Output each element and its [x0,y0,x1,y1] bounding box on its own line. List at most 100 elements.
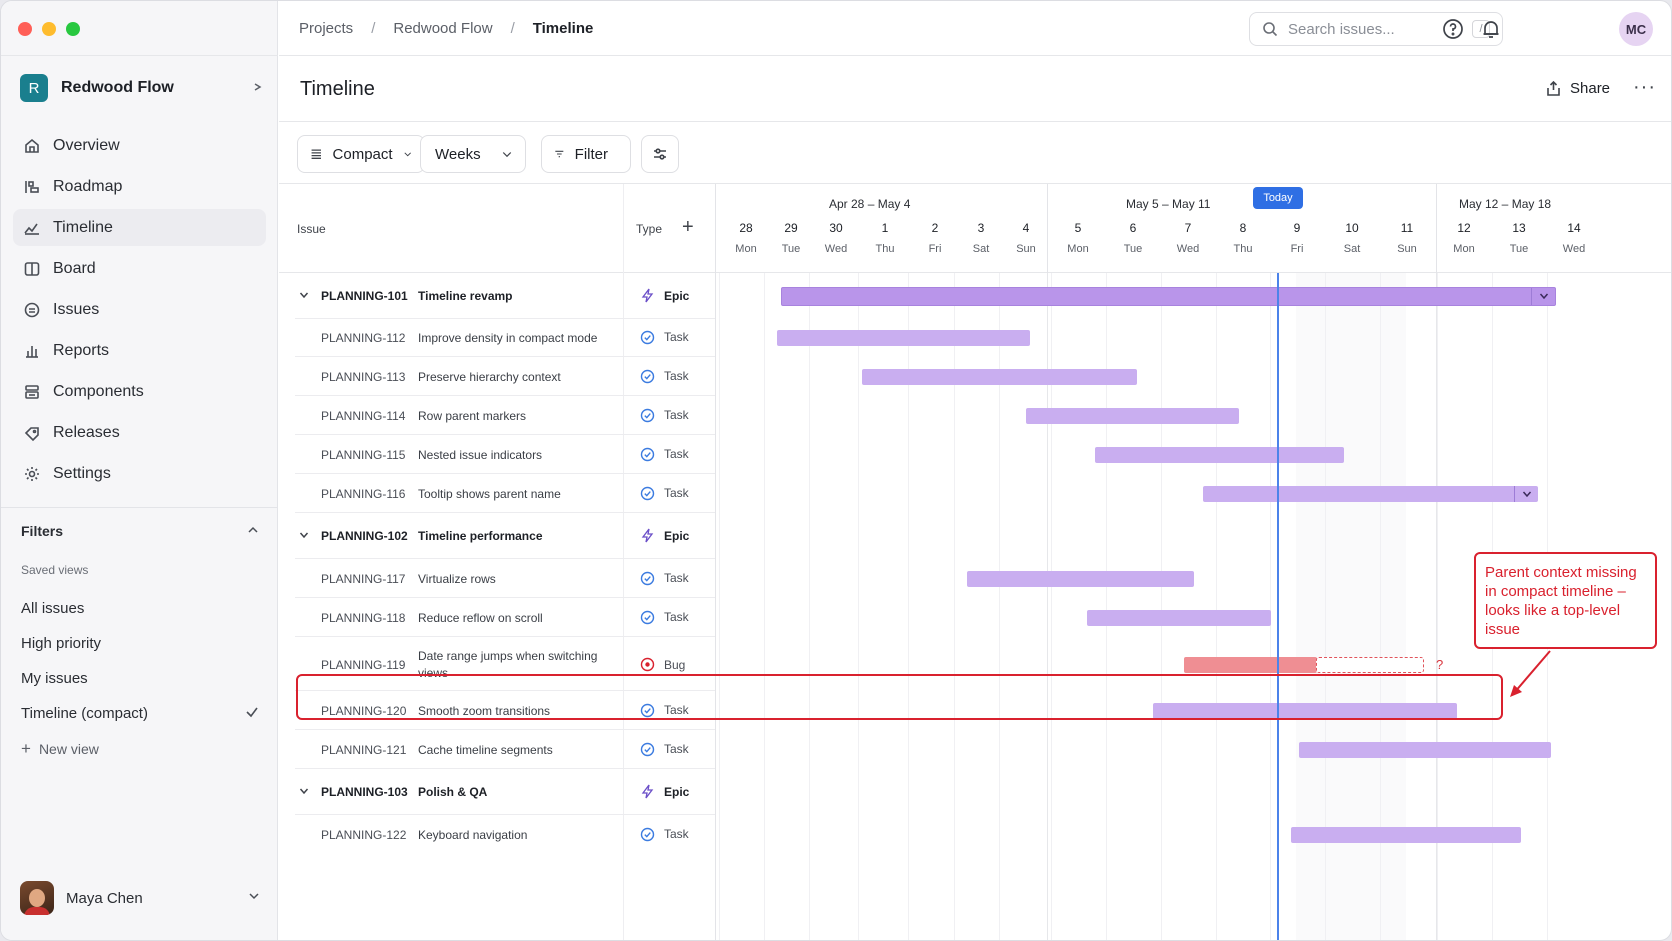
saved-view-label: High priority [21,635,102,652]
search-input[interactable]: Search issues... / [1249,12,1503,46]
sidebar-item-overview[interactable]: Overview [13,127,266,164]
day-number: 4 [1022,221,1030,235]
more-options-icon[interactable]: ··· [1633,76,1656,99]
issue-key[interactable]: PLANNING-114 [321,409,405,423]
collapse-toggle-icon[interactable] [299,529,309,543]
saved-view-my-issues[interactable]: My issues [21,661,259,696]
bug-timeline-bar[interactable] [1184,657,1317,673]
issue-key[interactable]: PLANNING-119 [321,658,405,672]
issue-title[interactable]: Reduce reflow on scroll [418,610,618,627]
task-timeline-bar[interactable] [1087,609,1271,626]
issue-key[interactable]: PLANNING-101 [321,289,408,303]
new-view-button[interactable]: + New view [21,731,259,766]
issue-key[interactable]: PLANNING-103 [321,785,408,799]
issue-title[interactable]: Preserve hierarchy context [418,369,618,386]
sidebar-item-roadmap[interactable]: Roadmap [13,168,266,205]
task-timeline-bar[interactable] [777,329,1030,346]
sidebar-item-board[interactable]: Board [13,250,266,287]
issue-title[interactable]: Timeline revamp [418,288,618,305]
task-timeline-bar[interactable] [1203,485,1538,502]
issue-key[interactable]: PLANNING-115 [321,448,405,462]
task-timeline-bar[interactable] [1153,702,1457,719]
collapse-toggle-icon[interactable] [299,289,309,303]
issue-title[interactable]: Polish & QA [418,784,618,801]
zoom-window-button[interactable] [66,22,80,36]
issue-title[interactable]: Timeline performance [418,528,618,545]
avatar[interactable]: MC [1619,12,1653,46]
chevron-down-icon[interactable] [1531,287,1555,305]
close-window-button[interactable] [18,22,32,36]
sidebar-item-releases[interactable]: Releases [13,414,266,451]
issue-title[interactable]: Row parent markers [418,408,618,425]
task-timeline-bar[interactable] [1095,446,1344,463]
week-divider [1436,184,1437,273]
user-menu[interactable]: Maya Chen [20,881,260,915]
project-switcher[interactable]: R Redwood Flow [20,74,264,102]
add-column-icon[interactable]: + [682,216,694,239]
task-timeline-bar[interactable] [1026,407,1239,424]
issue-key[interactable]: PLANNING-102 [321,529,408,543]
sidebar-item-issues[interactable]: Issues [13,291,266,328]
day-number: 5 [1074,221,1082,235]
issue-title[interactable]: Cache timeline segments [418,742,618,759]
releases-icon [23,424,41,442]
density-dropdown[interactable]: Compact [297,135,425,173]
issue-title[interactable]: Nested issue indicators [418,447,618,464]
bell-icon[interactable] [1480,18,1502,40]
issue-key[interactable]: PLANNING-118 [321,611,405,625]
saved-view-high-priority[interactable]: High priority [21,626,259,661]
task-timeline-bar[interactable] [967,570,1194,587]
saved-view-timeline-compact[interactable]: Timeline (compact) [21,696,259,731]
day-gridline [858,273,859,940]
issue-title[interactable]: Date range jumps when switching views [418,648,618,682]
sidebar-item-components[interactable]: Components [13,373,266,410]
issue-title[interactable]: Virtualize rows [418,571,618,588]
view-settings-button[interactable] [641,135,679,173]
issue-title[interactable]: Tooltip shows parent name [418,486,618,503]
issue-key[interactable]: PLANNING-112 [321,331,405,345]
filters-section-toggle[interactable]: Filters [21,523,259,539]
chevron-down-icon[interactable] [1514,485,1538,502]
sidebar-item-settings[interactable]: Settings [13,455,266,492]
collapse-toggle-icon[interactable] [299,785,309,799]
sidebar-item-timeline[interactable]: Timeline [13,209,266,246]
task-timeline-bar[interactable] [1299,741,1551,758]
day-weekday: Thu [1233,243,1253,255]
checkmark-icon [245,705,259,723]
breadcrumb-project[interactable]: Redwood Flow [393,20,492,37]
density-value: Compact [332,145,393,163]
switch-project-icon[interactable] [252,81,264,96]
issue-key[interactable]: PLANNING-121 [321,743,406,757]
day-column-header: 10 Sat [1332,221,1372,255]
issue-key[interactable]: PLANNING-120 [321,704,406,718]
issue-type: Task [640,742,689,757]
task-timeline-bar[interactable] [1291,826,1521,843]
issue-key[interactable]: PLANNING-117 [321,572,405,586]
share-button[interactable]: Share [1545,80,1610,97]
chevron-down-icon [248,889,260,907]
page-header: Timeline Share ··· [279,56,1671,122]
day-number: 28 [739,221,753,235]
scale-dropdown[interactable]: Weeks [420,135,526,173]
issue-key[interactable]: PLANNING-116 [321,487,405,501]
list-icon [311,149,321,159]
minimize-window-button[interactable] [42,22,56,36]
day-weekday: Tue [1509,243,1529,255]
epic-timeline-bar[interactable] [781,286,1556,306]
issue-title[interactable]: Smooth zoom transitions [418,703,618,720]
day-number: 12 [1457,221,1471,235]
issue-key[interactable]: PLANNING-113 [321,370,405,384]
task-timeline-bar[interactable] [862,368,1137,385]
annotation-callout: Parent context missing in compact timeli… [1474,552,1657,649]
filter-button[interactable]: Filter [541,135,631,173]
issue-title[interactable]: Improve density in compact mode [418,330,618,347]
issue-key[interactable]: PLANNING-122 [321,828,406,842]
breadcrumb-separator: / [371,20,376,37]
issue-title[interactable]: Keyboard navigation [418,827,618,844]
sidebar-item-reports[interactable]: Reports [13,332,266,369]
day-number: 8 [1239,221,1247,235]
sidebar-item-label: Reports [53,341,110,359]
breadcrumb-projects[interactable]: Projects [299,20,353,37]
help-icon[interactable] [1442,18,1464,40]
saved-view-all-issues[interactable]: All issues [21,591,259,626]
